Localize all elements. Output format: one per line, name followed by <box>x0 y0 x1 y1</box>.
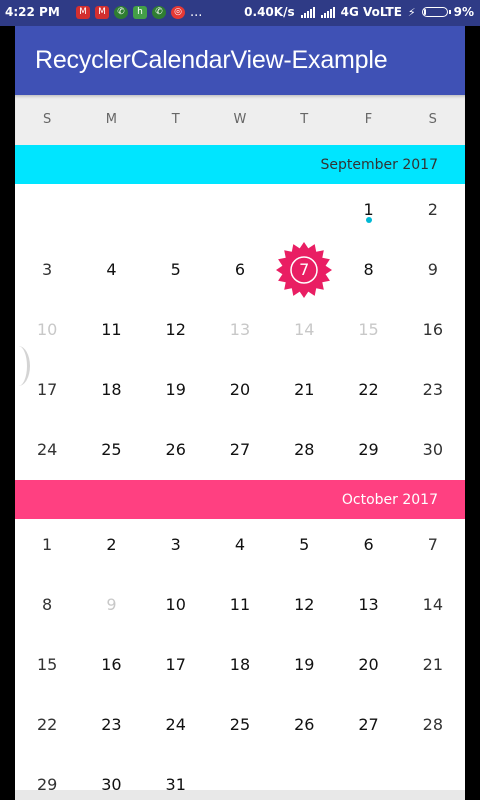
calendar-day[interactable]: 17 <box>144 655 208 675</box>
calendar-day[interactable]: 15 <box>336 320 400 340</box>
bottom-edge <box>15 790 465 800</box>
calendar-day[interactable]: 4 <box>79 260 143 280</box>
calendar-day[interactable]: 21 <box>272 380 336 400</box>
calendar-day[interactable]: 12 <box>144 320 208 340</box>
calendar-day[interactable]: 7 <box>401 535 465 555</box>
app-window: RecyclerCalendarView-Example S M T W T F… <box>15 26 465 800</box>
calendar-day[interactable]: 13 <box>208 320 272 340</box>
calendar-day[interactable]: 13 <box>336 595 400 615</box>
calendar-day[interactable]: 22 <box>15 715 79 735</box>
calendar-day[interactable]: 25 <box>79 440 143 460</box>
calendar-day[interactable]: 14 <box>272 320 336 340</box>
calendar-day[interactable]: 19 <box>272 655 336 675</box>
month-label: September 2017 <box>320 157 438 173</box>
app-icon: ◎ <box>171 6 185 19</box>
notification-icons: M M ✆ h ✆ ◎ ... <box>76 6 202 19</box>
network-type: 4G VoLTE <box>340 5 402 19</box>
weekday-label: S <box>43 112 52 127</box>
calendar-day[interactable]: 26 <box>144 440 208 460</box>
calendar-day[interactable]: 11 <box>79 320 143 340</box>
calendar-day[interactable]: 1 <box>15 535 79 555</box>
whatsapp-icon: ✆ <box>152 6 166 19</box>
calendar-day[interactable]: 23 <box>401 380 465 400</box>
calendar-day[interactable]: 6 <box>208 260 272 280</box>
more-icon: ... <box>190 5 203 20</box>
calendar-day[interactable]: 9 <box>401 260 465 280</box>
calendar-day[interactable]: 5 <box>144 260 208 280</box>
weekday-label: S <box>428 112 437 127</box>
battery-icon <box>421 7 451 17</box>
calendar-day[interactable]: 22 <box>336 380 400 400</box>
calendar-day[interactable]: 20 <box>336 655 400 675</box>
signal-icon <box>300 6 315 18</box>
calendar-day[interactable]: 4 <box>208 535 272 555</box>
calendar-day[interactable]: 27 <box>208 440 272 460</box>
calendar-day[interactable]: 10 <box>15 320 79 340</box>
calendar-day[interactable]: 3 <box>15 260 79 280</box>
calendar-day[interactable]: 9 <box>79 595 143 615</box>
calendar-day[interactable]: 11 <box>208 595 272 615</box>
network-speed: 0.40K/s <box>244 5 295 19</box>
weekday-header: S M T W T F S <box>15 95 465 145</box>
calendar-day[interactable]: 30 <box>401 440 465 460</box>
calendar-day[interactable]: 26 <box>272 715 336 735</box>
gmail-icon: M <box>95 6 109 19</box>
calendar-day[interactable]: 8 <box>336 260 400 280</box>
month-header: October 2017 <box>15 480 465 519</box>
calendar-day[interactable]: 5 <box>272 535 336 555</box>
weekday-label: M <box>105 112 117 127</box>
toolbar-title: RecyclerCalendarView-Example <box>35 46 388 74</box>
gmail-icon: M <box>76 6 90 19</box>
event-dot <box>365 217 372 223</box>
calendar-day[interactable]: 10 <box>144 595 208 615</box>
battery-percent: 9% <box>453 5 474 19</box>
calendar-day[interactable]: 18 <box>208 655 272 675</box>
weekday-label: F <box>364 112 373 127</box>
toolbar: RecyclerCalendarView-Example <box>15 26 465 95</box>
month-label: October 2017 <box>341 492 438 508</box>
calendar-day[interactable]: 6 <box>336 535 400 555</box>
calendar-day[interactable]: 18 <box>79 380 143 400</box>
calendar-day[interactable]: 2 <box>401 200 465 220</box>
calendar-day[interactable]: 28 <box>401 715 465 735</box>
calendar-day[interactable]: 29 <box>336 440 400 460</box>
calendar-day[interactable]: 15 <box>15 655 79 675</box>
calendar-day[interactable]: 24 <box>144 715 208 735</box>
status-bar: 4:22 PM M M ✆ h ✆ ◎ ... 0.40K/s 4G VoLTE… <box>0 0 480 26</box>
signal-icon <box>320 6 335 18</box>
calendar-day[interactable]: 14 <box>401 595 465 615</box>
calendar-day[interactable]: 23 <box>79 715 143 735</box>
calendar-day[interactable]: 7 <box>272 260 336 280</box>
calendar-day[interactable]: 28 <box>272 440 336 460</box>
month-header: September 2017 <box>15 145 465 184</box>
whatsapp-icon: ✆ <box>114 6 128 19</box>
calendar-day[interactable]: 12 <box>272 595 336 615</box>
weekday-label: T <box>171 112 180 127</box>
hike-icon: h <box>133 6 147 19</box>
charging-icon: ⚡ <box>407 5 416 19</box>
weekday-label: W <box>233 112 247 127</box>
calendar-day[interactable]: 17 <box>15 380 79 400</box>
calendar-day[interactable]: 19 <box>144 380 208 400</box>
calendar-day[interactable]: 27 <box>336 715 400 735</box>
calendar-day[interactable]: 2 <box>79 535 143 555</box>
calendar-day[interactable]: 20 <box>208 380 272 400</box>
calendar-day[interactable]: 16 <box>79 655 143 675</box>
weekday-label: T <box>300 112 309 127</box>
calendar-day[interactable]: 24 <box>15 440 79 460</box>
calendar-day[interactable]: 21 <box>401 655 465 675</box>
calendar-day[interactable]: 25 <box>208 715 272 735</box>
calendar-day[interactable]: 3 <box>144 535 208 555</box>
calendar-day[interactable]: 8 <box>15 595 79 615</box>
status-time: 4:22 PM <box>5 5 60 19</box>
calendar-day[interactable]: 16 <box>401 320 465 340</box>
